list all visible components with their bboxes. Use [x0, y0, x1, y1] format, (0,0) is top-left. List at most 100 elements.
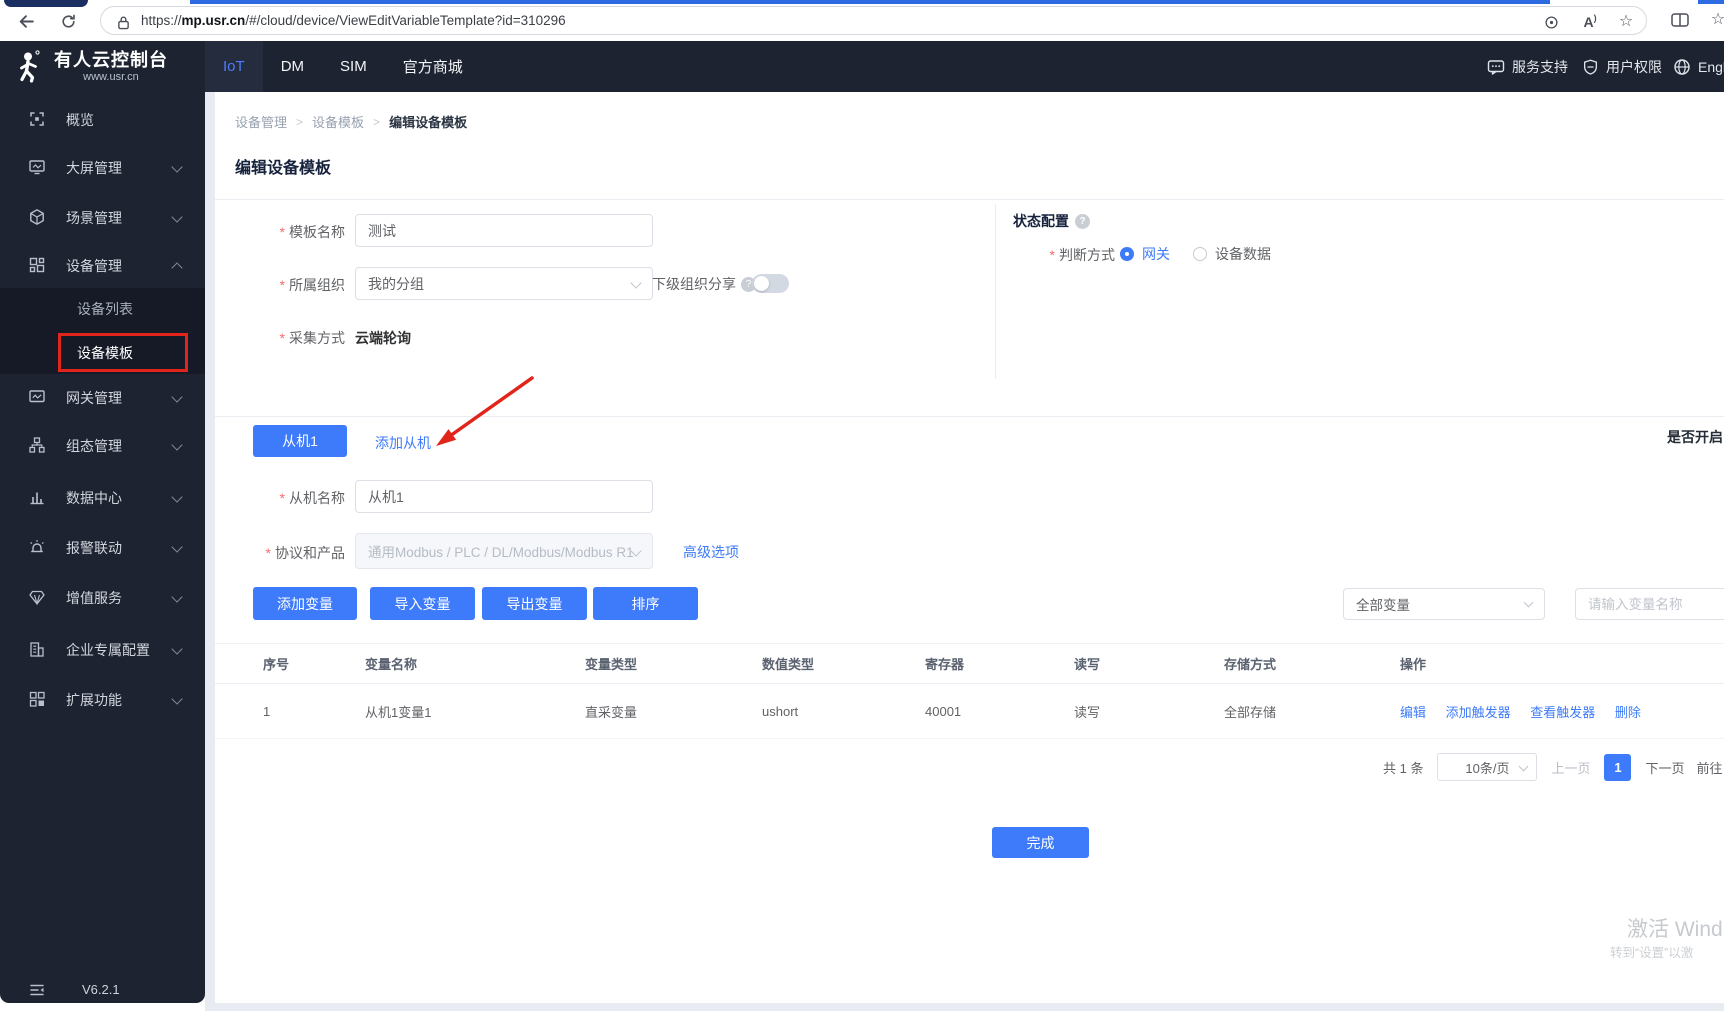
- configuration-icon: [29, 437, 45, 453]
- delete-link[interactable]: 删除: [1615, 705, 1641, 720]
- done-button[interactable]: 完成: [992, 827, 1089, 858]
- org-select[interactable]: 我的分组: [355, 267, 653, 300]
- nav-tab-dm[interactable]: DM: [263, 41, 322, 92]
- sidebar-item-device[interactable]: 设备管理: [0, 242, 205, 288]
- globe-icon: [1674, 58, 1690, 75]
- header-language[interactable]: English: [1673, 41, 1724, 92]
- title-divider: [215, 199, 1724, 200]
- sidebar-item-data-center[interactable]: 数据中心: [0, 474, 205, 520]
- edit-link[interactable]: 编辑: [1400, 705, 1426, 720]
- collapse-sidebar-icon[interactable]: [28, 981, 46, 999]
- cell-rw: 读写: [1074, 705, 1101, 720]
- nav-tab-mall[interactable]: 官方商城: [385, 41, 481, 92]
- header-permission-label: 用户权限: [1606, 58, 1662, 75]
- extension-icon: [29, 691, 45, 707]
- sidebar-label-gateway: 网关管理: [66, 390, 122, 406]
- sidebar-label-alarm: 报警联动: [66, 540, 122, 556]
- slave-name-input[interactable]: 从机1: [355, 480, 653, 513]
- screen-icon: [29, 160, 45, 175]
- variable-filter-select[interactable]: 全部变量: [1343, 588, 1545, 620]
- usr-logo[interactable]: 有人云控制台 www.usr.cn: [0, 41, 205, 92]
- cell-register: 40001: [925, 704, 962, 719]
- sidebar-item-value-added[interactable]: 增值服务: [0, 574, 205, 620]
- sidebar-item-alarm[interactable]: 报警联动: [0, 524, 205, 570]
- shield-icon: [1583, 59, 1598, 75]
- chevron-down-icon: [171, 391, 183, 403]
- radio-gateway[interactable]: 网关: [1120, 244, 1170, 264]
- scene-icon: [30, 209, 44, 225]
- read-aloud-icon[interactable]: A): [1578, 10, 1602, 34]
- header-support[interactable]: 服务支持: [1487, 41, 1568, 92]
- browser-back-button[interactable]: [14, 9, 38, 33]
- view-trigger-link[interactable]: 查看触发器: [1530, 705, 1595, 720]
- sidebar-item-overview[interactable]: 概览: [0, 96, 205, 142]
- export-variable-button[interactable]: 导出变量: [482, 587, 587, 620]
- pagination: 共 1 条 10条/页 上一页 1 下一页 前往: [1383, 752, 1723, 782]
- url-domain: mp.usr.cn: [181, 13, 246, 28]
- nav-tab-iot[interactable]: IoT: [205, 41, 263, 92]
- next-page-button[interactable]: 下一页: [1645, 758, 1684, 777]
- app-root: https://mp.usr.cn/#/cloud/device/ViewEdi…: [0, 0, 1724, 1011]
- header-permission[interactable]: 用户权限: [1582, 41, 1662, 92]
- share-label: 下级组织分享: [652, 276, 736, 292]
- collections-star-icon[interactable]: ☆: [1706, 8, 1724, 32]
- enable-hint-label: 是否开启: [1667, 429, 1723, 445]
- sidebar-label-extension: 扩展功能: [66, 692, 122, 708]
- share-toggle[interactable]: [752, 274, 789, 293]
- sidebar-item-configuration[interactable]: 组态管理: [0, 422, 205, 468]
- add-variable-button[interactable]: 添加变量: [253, 587, 357, 620]
- gateway-icon: [29, 390, 45, 403]
- form-vertical-divider: [995, 204, 996, 379]
- browser-chrome: https://mp.usr.cn/#/cloud/device/ViewEdi…: [0, 0, 1724, 41]
- cell-var-type: 直采变量: [585, 705, 638, 720]
- col-name: 变量名称: [365, 657, 418, 672]
- breadcrumb: 设备管理 > 设备模板 > 编辑设备模板: [235, 112, 467, 131]
- sidebar-item-gateway[interactable]: 网关管理: [0, 374, 205, 420]
- activate-windows-watermark-sub: 转到“设置”以激: [1610, 946, 1694, 960]
- sort-button[interactable]: 排序: [593, 587, 698, 620]
- advanced-options-link[interactable]: 高级选项: [683, 542, 739, 562]
- slave-tab-1[interactable]: 从机1: [253, 425, 347, 457]
- sidebar-item-screen[interactable]: 大屏管理: [0, 144, 205, 190]
- current-page-button[interactable]: 1: [1604, 753, 1632, 781]
- org-label: * 所属组织: [279, 277, 345, 293]
- url-path: /#/cloud/device/ViewEditVariableTemplate…: [245, 13, 566, 28]
- protocol-select-disabled: 通用Modbus / PLC / DL/Modbus/Modbus R1: [355, 533, 653, 569]
- sidebar-item-extension[interactable]: 扩展功能: [0, 676, 205, 722]
- add-trigger-link[interactable]: 添加触发器: [1446, 705, 1511, 720]
- page-size-select[interactable]: 10条/页: [1437, 753, 1538, 781]
- col-storage: 存储方式: [1224, 657, 1277, 672]
- lock-icon: [111, 10, 135, 34]
- help-icon[interactable]: ?: [1075, 213, 1090, 229]
- breadcrumb-device-mgmt[interactable]: 设备管理: [235, 112, 287, 131]
- radio-device-data[interactable]: 设备数据: [1193, 244, 1271, 264]
- sidebar: 概览 大屏管理 场景管理 设备管理 设备列表 设备模板 网关管理 组态管理 数据…: [0, 92, 205, 1003]
- enterprise-icon: [30, 642, 44, 657]
- variable-search-input[interactable]: [1575, 588, 1724, 620]
- sidebar-item-scene[interactable]: 场景管理: [0, 194, 205, 240]
- nav-tab-sim[interactable]: SIM: [322, 41, 385, 92]
- radio-selected-icon: [1120, 247, 1134, 261]
- sidebar-label-overview: 概览: [66, 112, 94, 128]
- chevron-down-icon: [171, 643, 183, 655]
- address-bar[interactable]: https://mp.usr.cn/#/cloud/device/ViewEdi…: [100, 6, 1647, 35]
- template-name-input[interactable]: 测试: [355, 214, 653, 247]
- protocol-label: * 协议和产品: [265, 545, 345, 561]
- import-variable-button[interactable]: 导入变量: [370, 587, 475, 620]
- url-text[interactable]: https://mp.usr.cn/#/cloud/device/ViewEdi…: [141, 13, 566, 28]
- browser-refresh-button[interactable]: [56, 9, 80, 33]
- pagination-total: 共 1 条: [1383, 760, 1424, 776]
- prev-page-button[interactable]: 上一页: [1551, 758, 1590, 777]
- sidebar-item-device-list[interactable]: 设备列表: [0, 288, 205, 330]
- chevron-down-icon: [171, 439, 183, 451]
- table-row: 1 从机1变量1 直采变量 ushort 40001 读写 全部存储 编辑 添加…: [215, 685, 1724, 739]
- sidebar-item-enterprise[interactable]: 企业专属配置: [0, 626, 205, 672]
- collect-value: 云端轮询: [355, 330, 411, 346]
- sidebar-label-value-added: 增值服务: [66, 590, 122, 606]
- col-register: 寄存器: [925, 657, 965, 672]
- location-icon[interactable]: [1539, 10, 1563, 34]
- breadcrumb-device-template[interactable]: 设备模板: [312, 112, 364, 131]
- split-screen-icon[interactable]: [1668, 8, 1692, 32]
- cell-name: 从机1变量1: [365, 705, 432, 720]
- favorite-star-icon[interactable]: ☆: [1614, 10, 1638, 34]
